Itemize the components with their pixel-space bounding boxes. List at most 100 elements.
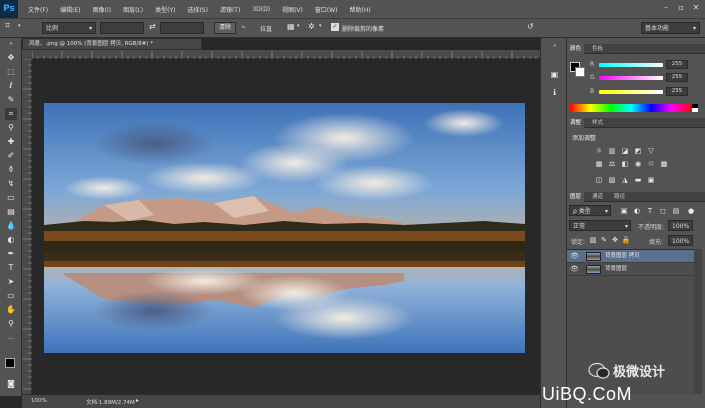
eyedropper-tool-icon[interactable]: ⚲ xyxy=(5,122,17,134)
ratio-select[interactable]: 比例 ▾ xyxy=(42,22,96,34)
marquee-tool-icon[interactable]: ⬚ xyxy=(5,66,17,78)
menu-help[interactable]: 帮助(H) xyxy=(344,5,377,14)
eraser-tool-icon[interactable]: ▭ xyxy=(5,192,17,204)
tab-layers[interactable]: 图层 xyxy=(567,192,585,202)
quick-mask-icon[interactable]: ◙ xyxy=(5,378,17,390)
posterize-icon[interactable]: ▨ xyxy=(607,176,617,184)
height-input[interactable] xyxy=(160,22,204,34)
menu-image[interactable]: 图像(I) xyxy=(87,5,117,14)
move-tool-icon[interactable]: ✥ xyxy=(5,52,17,64)
blend-mode-select[interactable]: 正常 ▾ xyxy=(569,220,631,231)
swap-icon[interactable]: ⇄ xyxy=(149,22,156,31)
channel-r-slider[interactable] xyxy=(599,63,663,67)
tool-preset-chevron-icon[interactable]: ▾ xyxy=(18,23,21,29)
layer-name[interactable]: 背景图层 xyxy=(605,263,627,276)
threshold-icon[interactable]: ◮ xyxy=(620,176,630,184)
photo-filter-icon[interactable]: ◉ xyxy=(633,160,643,168)
layer-name[interactable]: 背景图层 拷贝 xyxy=(605,250,640,263)
lock-position-icon[interactable]: ✥ xyxy=(610,236,620,244)
filter-toggle-icon[interactable]: ● xyxy=(686,207,696,215)
tab-adjustments[interactable]: 调整 xyxy=(567,118,585,128)
dodge-tool-icon[interactable]: ◐ xyxy=(5,234,17,246)
clear-button[interactable]: 清除 xyxy=(214,22,236,34)
straighten-icon[interactable]: ⊾ xyxy=(242,24,246,30)
panel-collapse-icon[interactable]: « xyxy=(548,40,561,53)
reset-icon[interactable]: ↺ xyxy=(527,22,534,31)
lasso-tool-icon[interactable]: ℓ xyxy=(5,80,17,92)
selective-color-icon[interactable]: ▣ xyxy=(646,176,656,184)
chevron-down-icon[interactable]: ▾ xyxy=(319,23,322,29)
levels-icon[interactable]: ▥ xyxy=(607,147,617,155)
color-balance-icon[interactable]: ⚖ xyxy=(607,160,617,168)
curves-icon[interactable]: ◪ xyxy=(620,147,630,155)
channel-mixer-icon[interactable]: ♲ xyxy=(646,160,656,168)
menu-file[interactable]: 文件(F) xyxy=(22,5,54,14)
menu-3d[interactable]: 3D(D) xyxy=(246,6,276,13)
black-white-icon[interactable]: ◧ xyxy=(620,160,630,168)
channel-b-slider[interactable] xyxy=(599,90,663,94)
filter-adjustment-icon[interactable]: ◐ xyxy=(632,207,642,215)
filter-smart-icon[interactable]: ▤ xyxy=(671,207,681,215)
more-tools-icon[interactable]: … xyxy=(5,332,17,344)
tab-styles[interactable]: 样式 xyxy=(589,118,606,128)
menu-view[interactable]: 视图(V) xyxy=(276,5,309,14)
zoom-tool-icon[interactable]: ⚲ xyxy=(5,318,17,330)
toolbox-collapse-icon[interactable]: » xyxy=(5,38,17,47)
gradient-map-icon[interactable]: ▬ xyxy=(633,176,643,184)
vibrance-icon[interactable]: ▽ xyxy=(646,147,656,155)
spectrum-white[interactable] xyxy=(692,108,698,112)
channel-g-value[interactable]: 255 xyxy=(666,73,688,82)
history-brush-tool-icon[interactable]: ↯ xyxy=(5,178,17,190)
brightness-contrast-icon[interactable]: ☼ xyxy=(594,147,604,155)
channel-r-value[interactable]: 255 xyxy=(666,60,688,69)
minimize-icon[interactable]: – xyxy=(660,3,672,13)
brush-tool-icon[interactable]: ✐ xyxy=(5,150,17,162)
color-background-swatch[interactable] xyxy=(575,67,585,77)
layer-row[interactable]: 👁 背景图层 xyxy=(567,263,694,276)
zoom-level[interactable]: 100% xyxy=(31,398,47,404)
tab-color[interactable]: 颜色 xyxy=(567,44,585,54)
crop-tool-icon[interactable]: ⌗ xyxy=(5,21,10,31)
restore-icon[interactable]: ▫ xyxy=(675,3,687,13)
delete-cropped-checkbox[interactable]: ✓ xyxy=(331,23,339,31)
type-tool-icon[interactable]: T xyxy=(5,262,17,274)
shape-tool-icon[interactable]: ▭ xyxy=(5,290,17,302)
color-spectrum-bar[interactable] xyxy=(570,104,692,112)
workspace-select[interactable]: 基本功能 ▾ xyxy=(641,22,700,34)
tab-swatches[interactable]: 色板 xyxy=(589,44,606,54)
layer-row[interactable]: 👁 背景图层 拷贝 xyxy=(567,250,694,263)
healing-brush-tool-icon[interactable]: ✚ xyxy=(5,136,17,148)
lock-transparent-icon[interactable]: ▨ xyxy=(588,236,598,244)
doc-info[interactable]: 文档:1.89M/2.74M xyxy=(86,398,135,406)
eye-icon[interactable]: 👁 xyxy=(570,250,579,263)
straighten-label[interactable]: 拉直 xyxy=(260,24,272,33)
clone-stamp-tool-icon[interactable]: ⚱ xyxy=(5,164,17,176)
menu-filter[interactable]: 滤镜(T) xyxy=(214,5,246,14)
history-panel-icon[interactable]: ▣ xyxy=(548,68,561,81)
width-input[interactable] xyxy=(100,22,144,34)
filter-type-icon[interactable]: T xyxy=(645,207,655,215)
color-lookup-icon[interactable]: ▩ xyxy=(659,160,669,168)
quick-select-tool-icon[interactable]: ✎ xyxy=(5,94,17,106)
lock-pixels-icon[interactable]: ✎ xyxy=(599,236,609,244)
menu-select[interactable]: 选择(S) xyxy=(181,5,214,14)
chevron-right-icon[interactable]: ▸ xyxy=(136,397,139,404)
path-select-tool-icon[interactable]: ➤ xyxy=(5,276,17,288)
filter-shape-icon[interactable]: ◻ xyxy=(658,207,668,215)
fill-input[interactable]: 100% xyxy=(668,235,693,246)
crop-tool-icon[interactable]: ⌗ xyxy=(5,108,17,120)
filter-pixel-icon[interactable]: ▣ xyxy=(619,207,629,215)
properties-panel-icon[interactable]: ℹ xyxy=(548,86,561,99)
menu-type[interactable]: 类型(Y) xyxy=(149,5,181,14)
pen-tool-icon[interactable]: ✒ xyxy=(5,248,17,260)
foreground-color-swatch[interactable] xyxy=(5,358,15,368)
menu-layer[interactable]: 图层(L) xyxy=(117,5,149,14)
exposure-icon[interactable]: ◩ xyxy=(633,147,643,155)
gear-icon[interactable]: ✲ xyxy=(308,22,315,31)
hue-saturation-icon[interactable]: ▦ xyxy=(594,160,604,168)
gradient-tool-icon[interactable]: ▤ xyxy=(5,206,17,218)
layer-kind-filter[interactable]: ρ 类型 ▾ xyxy=(569,205,611,216)
blur-tool-icon[interactable]: 💧 xyxy=(5,220,17,232)
hand-tool-icon[interactable]: ✋ xyxy=(5,304,17,316)
channel-g-slider[interactable] xyxy=(599,76,663,80)
